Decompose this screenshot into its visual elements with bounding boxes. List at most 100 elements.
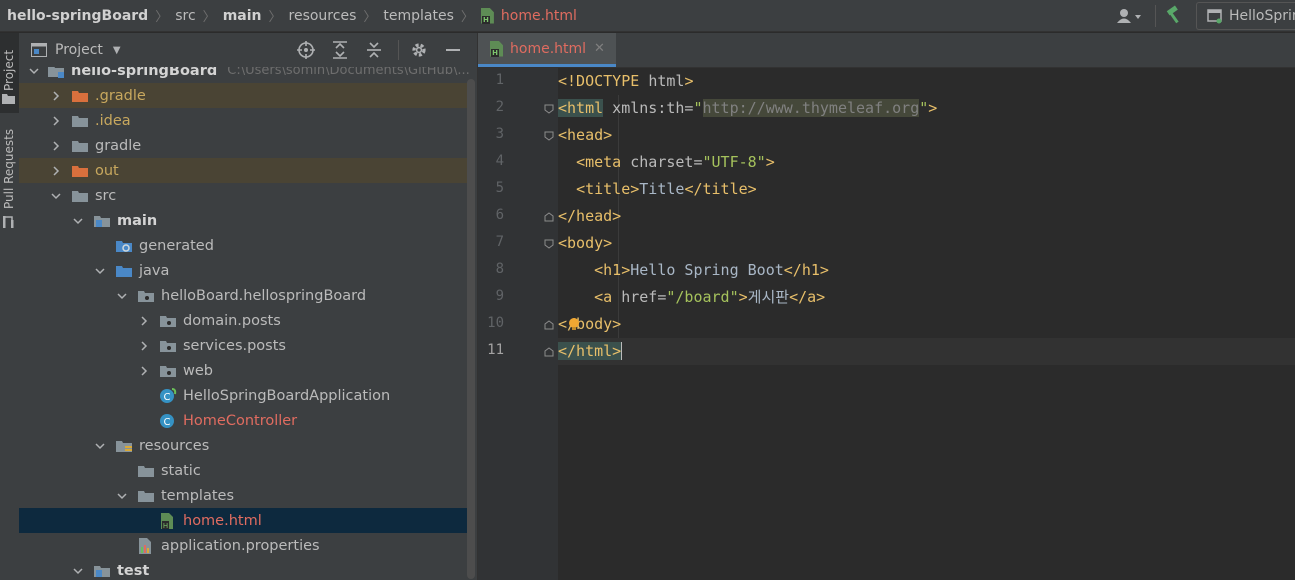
navigation-bar: hello-springBoard 〉 src 〉 main 〉 resourc…: [0, 0, 1295, 32]
chevron-down-icon[interactable]: [49, 189, 63, 203]
editor-tab-label: home.html: [510, 40, 587, 57]
pull-requests-tool-tab[interactable]: Pull Requests: [0, 123, 19, 233]
expand-all-icon: [333, 41, 347, 59]
tree-item-web[interactable]: web: [19, 358, 467, 383]
tree-item-main[interactable]: main: [19, 208, 467, 233]
code-line-11: </html>: [558, 338, 1295, 365]
tree-item-home-html[interactable]: Hhome.html: [19, 508, 467, 533]
tree-item-templates[interactable]: templates: [19, 483, 467, 508]
line-number: 4: [495, 153, 504, 169]
code-editor[interactable]: <!DOCTYPE html> <html xmlns:th="http://w…: [544, 68, 1295, 580]
editor-tab-bar: H home.html ✕: [478, 33, 1295, 68]
code-line-5: <title>Title</title>: [576, 180, 757, 198]
breadcrumb-main[interactable]: main: [223, 8, 262, 24]
tree-item-domain-posts[interactable]: domain.posts: [19, 308, 467, 333]
breadcrumb-resources[interactable]: resources: [289, 8, 357, 24]
chevron-right-icon[interactable]: [49, 139, 63, 153]
line-number: 11: [487, 342, 504, 358]
chevron-down-icon[interactable]: [115, 489, 129, 503]
chevron-down-icon[interactable]: [115, 289, 129, 303]
chevron-down-icon[interactable]: [29, 67, 39, 78]
code-line-3: <head>: [558, 126, 613, 144]
expand-all-button[interactable]: [330, 40, 350, 60]
tree-item-label: web: [183, 362, 213, 379]
tree-item-label: home.html: [183, 512, 262, 529]
settings-button[interactable]: [398, 40, 429, 60]
tree-item-homecontroller[interactable]: C HomeController: [19, 408, 467, 433]
project-tree[interactable]: hello-springBoard C:\Users\somin\Documen…: [19, 67, 477, 580]
line-number: 10: [487, 315, 504, 331]
tree-item-label: out: [95, 162, 119, 179]
breadcrumb-templates[interactable]: templates: [383, 8, 454, 24]
excluded-folder-icon: [71, 163, 89, 179]
tree-item-static[interactable]: static: [19, 458, 467, 483]
folder-icon: [71, 138, 89, 154]
tree-item-gradle[interactable]: gradle: [19, 133, 467, 158]
select-opened-file-button[interactable]: [296, 40, 316, 60]
chevron-down-icon[interactable]: ▼: [113, 45, 121, 56]
fold-end-marker-icon[interactable]: [544, 212, 554, 222]
tree-item-idea[interactable]: .idea: [19, 108, 467, 133]
fold-marker-icon[interactable]: [544, 131, 554, 141]
chevron-down-icon[interactable]: [93, 439, 107, 453]
run-configuration-label: HelloSpringBoardApplication: [1229, 8, 1295, 24]
run-configuration-selector[interactable]: HelloSpringBoardApplication: [1196, 2, 1295, 30]
tree-item-label: static: [161, 462, 201, 479]
html-file-icon: H: [159, 512, 177, 530]
tree-item-src[interactable]: src: [19, 183, 467, 208]
close-icon[interactable]: ✕: [594, 41, 605, 56]
tree-item-out[interactable]: out: [19, 158, 467, 183]
lightbulb-icon[interactable]: [568, 317, 580, 331]
hammer-icon: [1166, 5, 1179, 24]
build-button[interactable]: [1155, 5, 1186, 27]
project-tool-tab[interactable]: Project: [0, 33, 19, 113]
tree-item-generated[interactable]: generated: [19, 233, 467, 258]
line-number: 1: [495, 72, 504, 88]
chevron-down-icon[interactable]: [93, 264, 107, 278]
fold-marker-icon[interactable]: [544, 104, 554, 114]
collapse-all-button[interactable]: [364, 40, 384, 60]
tree-item-test[interactable]: test: [19, 558, 467, 580]
project-panel-title[interactable]: Project: [55, 42, 103, 58]
hide-panel-button[interactable]: [443, 40, 463, 60]
tree-item-java[interactable]: java: [19, 258, 467, 283]
chevron-right-icon[interactable]: [49, 164, 63, 178]
tree-item-label: test: [117, 562, 150, 579]
module-folder-icon: [93, 563, 111, 579]
tree-item-services-posts[interactable]: services.posts: [19, 333, 467, 358]
breadcrumb-file[interactable]: home.html: [501, 8, 577, 24]
tree-item-gradle[interactable]: .gradle: [19, 83, 467, 108]
generated-folder-icon: [115, 238, 133, 254]
editor-tab-home-html[interactable]: H home.html ✕: [478, 33, 616, 67]
chevron-right-icon[interactable]: [137, 314, 151, 328]
fold-end-marker-icon[interactable]: [544, 320, 554, 330]
pull-requests-tool-tab-label: Pull Requests: [2, 128, 16, 209]
chevron-right-icon[interactable]: [137, 364, 151, 378]
tree-item-label: .idea: [95, 112, 131, 129]
chevron-down-icon[interactable]: [71, 564, 85, 578]
chevron-right-icon[interactable]: [49, 89, 63, 103]
chevron-down-icon[interactable]: [71, 214, 85, 228]
chevron-right-icon[interactable]: [137, 339, 151, 353]
tree-item-application-properties[interactable]: application.properties: [19, 533, 467, 558]
breadcrumb-separator: 〉: [363, 10, 377, 25]
project-tree-scrollbar[interactable]: [467, 79, 475, 579]
fold-marker-icon[interactable]: [544, 239, 554, 249]
folder-icon: [137, 488, 155, 504]
breadcrumb-project[interactable]: hello-springBoard: [7, 8, 148, 24]
tool-window-strip: Project Pull Requests: [0, 33, 20, 580]
chevron-right-icon[interactable]: [49, 114, 63, 128]
module-folder-icon: [93, 213, 111, 229]
properties-file-icon: [137, 537, 155, 554]
tree-root[interactable]: hello-springBoard C:\Users\somin\Documen…: [19, 67, 470, 83]
tree-item-hellospringboardapplication[interactable]: C HelloSpringBoardApplication: [19, 383, 467, 408]
tree-item-resources[interactable]: resources: [19, 433, 467, 458]
tree-item-helloboard-hellospringboard[interactable]: helloBoard.hellospringBoard: [19, 283, 467, 308]
fold-end-marker-icon[interactable]: [544, 347, 554, 357]
project-tool-tab-label: Project: [2, 49, 16, 91]
breadcrumb-src[interactable]: src: [175, 8, 195, 24]
user-icon: [1117, 9, 1141, 23]
line-number: 8: [495, 261, 504, 277]
breadcrumb-separator: 〉: [155, 10, 169, 25]
account-menu-button[interactable]: [1113, 6, 1147, 26]
